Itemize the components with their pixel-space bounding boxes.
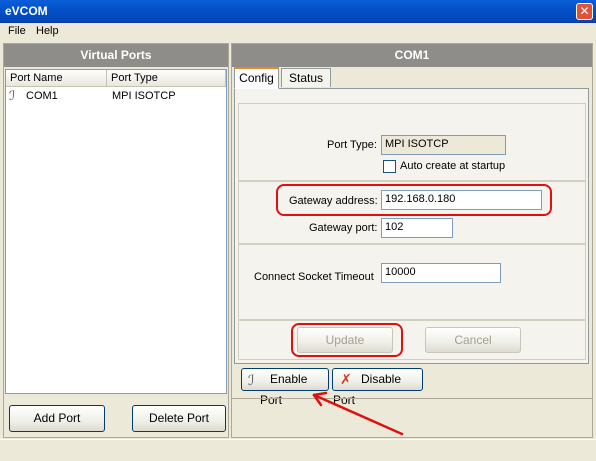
column-header-port-name[interactable]: Port Name	[6, 70, 107, 87]
menu-bar: File Help	[0, 23, 596, 42]
annotation-arrow-icon	[312, 391, 404, 436]
right-bottom-area	[232, 398, 592, 437]
status-bar	[0, 439, 596, 461]
column-header-port-type[interactable]: Port Type	[107, 70, 226, 87]
port-detail-header: COM1	[232, 44, 592, 67]
title-bar: eVCOM ✕	[0, 0, 596, 23]
close-icon: ✕	[579, 4, 590, 18]
gateway-address-highlight	[276, 184, 552, 216]
add-port-button[interactable]: Add Port	[9, 405, 105, 432]
menu-file[interactable]: File	[8, 25, 26, 37]
gateway-port-input[interactable]: 102	[381, 218, 453, 238]
auto-create-checkbox[interactable]	[383, 160, 396, 173]
socket-timeout-input[interactable]: 10000	[381, 263, 501, 283]
window-title: eVCOM	[5, 4, 48, 18]
port-type-label: Port Type:	[327, 139, 377, 151]
tab-config[interactable]: Config	[234, 67, 279, 89]
port-type-cell: MPI ISOTCP	[112, 90, 176, 102]
close-button[interactable]: ✕	[576, 3, 593, 20]
port-plug-icon: ℐ	[9, 88, 16, 103]
port-type-field: MPI ISOTCP	[381, 135, 506, 155]
port-name-cell: COM1	[26, 90, 58, 102]
delete-port-button[interactable]: Delete Port	[132, 405, 226, 432]
virtual-ports-header: Virtual Ports	[4, 44, 228, 67]
gateway-port-label: Gateway port:	[309, 222, 378, 234]
ports-list[interactable]: Port Name Port Type ℐ COM1 MPI ISOTCP	[5, 69, 227, 394]
auto-create-label[interactable]: Auto create at startup	[400, 160, 505, 172]
tab-status[interactable]: Status	[281, 68, 331, 87]
menu-help[interactable]: Help	[36, 25, 59, 37]
list-item[interactable]: ℐ COM1 MPI ISOTCP	[6, 88, 226, 105]
socket-timeout-label: Connect Socket Timeout	[254, 271, 374, 283]
update-button-highlight	[291, 323, 403, 357]
plug-icon: ℐ	[248, 372, 255, 388]
cancel-button[interactable]: Cancel	[425, 327, 521, 353]
